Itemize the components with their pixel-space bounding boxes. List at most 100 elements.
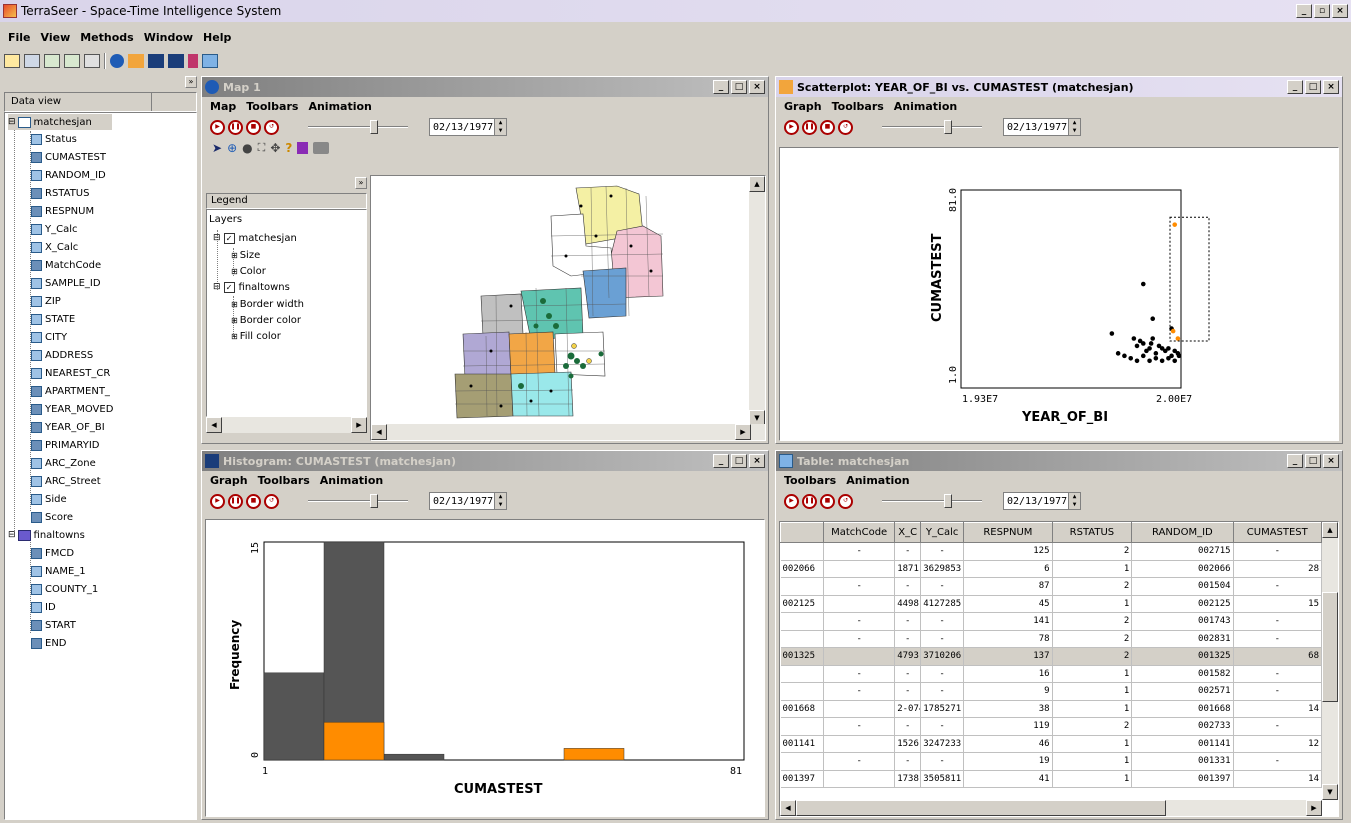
table-hscrollbar[interactable]: ◀ ▶ [780,800,1322,816]
spinner-arrows-icon[interactable]: ▲ ▼ [1068,493,1080,509]
slider-thumb[interactable] [944,120,952,134]
scroll-up-icon[interactable]: ▲ [1322,522,1338,538]
table-row[interactable]: - - -141 2 001743- [780,612,1323,631]
tree-field[interactable]: ARC_Street [31,473,101,489]
table-row[interactable]: - - -87 2 001504- [780,577,1323,596]
histogram-bar[interactable] [563,748,625,761]
legend-layer-matchesjan[interactable]: ⊟ ✓ matchesjan [213,230,297,246]
map-menu-animation[interactable]: Animation [308,100,371,113]
scatter-point[interactable] [1153,351,1159,356]
table-date-spinner[interactable]: 02/13/1977 ▲ ▼ [1003,492,1081,510]
histogram-title-bar[interactable]: Histogram: CUMASTEST (matchesjan) _ □ × [202,451,768,471]
legend-item[interactable]: ⊞ Fill color [231,328,281,344]
scatter-tool-icon[interactable] [128,54,144,68]
table-title-bar[interactable]: Table: matchesjan _ □ × [776,451,1342,471]
tree-field[interactable]: RESPNUM [31,203,94,219]
table-time-slider[interactable] [882,494,982,508]
move-icon[interactable]: ✥ [270,141,280,155]
scatter-point[interactable] [1150,316,1156,321]
table-row[interactable]: 001141 1526 3247233 46 1 001141 12 [780,735,1323,753]
expand-icon[interactable]: ⊞ [231,332,238,341]
play-icon[interactable]: ▶ [784,493,799,509]
print-icon[interactable] [313,142,330,154]
pause-icon[interactable]: ❚❚ [228,493,243,509]
scatter-close-button[interactable]: × [1323,80,1339,94]
bar-tool-icon[interactable] [168,54,184,68]
scroll-left-icon[interactable]: ◀ [780,800,796,816]
table-row[interactable]: 0016682-0741178527138100166814 [780,700,1323,718]
town-polygon[interactable] [554,331,606,377]
expand-icon[interactable]: ⊞ [231,267,238,276]
table-row[interactable]: - - -9 1 002571- [780,682,1323,701]
scatter-point[interactable] [1140,353,1146,359]
bookmark-icon[interactable] [297,142,309,154]
scatter-point[interactable] [1131,336,1137,341]
table-vscrollbar[interactable]: ▲ ▼ [1322,522,1338,800]
map-minimize-button[interactable]: _ [713,80,729,94]
table-row[interactable]: - - -16 1 001582- [780,665,1323,683]
table-tool-icon[interactable] [202,54,218,68]
histogram-bar[interactable] [323,721,385,761]
tree-field[interactable]: X_Calc [31,239,78,255]
histogram-minimize-button[interactable]: _ [713,454,729,468]
tree-field[interactable]: NEAREST_CR [31,365,110,381]
spinner-arrows-icon[interactable]: ▲ ▼ [1068,119,1080,135]
table-hscroll-thumb[interactable] [796,800,1166,816]
pause-icon[interactable]: ❚❚ [228,119,243,135]
tree-field[interactable]: FMCD [31,545,74,561]
slider-thumb[interactable] [944,494,952,508]
menu-window[interactable]: Window [144,31,193,44]
scatter-point[interactable] [1115,351,1121,356]
tree-field[interactable]: START [31,617,76,633]
collapse-icon[interactable]: ⊟ [213,282,221,292]
scatter-point[interactable] [1147,346,1152,351]
collapse-icon[interactable]: ⊟ [8,117,16,127]
town-polygon[interactable] [480,293,524,337]
scatter-point[interactable] [1150,336,1156,341]
scatter-plot-area[interactable]: 81.0 1.0 CUMASTEST 1.93E7 2.00E7 YEAR_OF… [779,147,1339,441]
column-header[interactable]: RSTATUS [1051,522,1133,543]
scroll-left-icon[interactable]: ◀ [206,417,222,433]
pan-icon[interactable]: ● [242,141,252,155]
tree-field[interactable]: COUNTY_1 [31,581,98,597]
select-arrow-icon[interactable]: ➤ [212,141,222,155]
tree-field[interactable]: PRIMARYID [31,437,99,453]
town-polygon[interactable] [508,331,556,377]
expand-icon[interactable]: ⊞ [231,316,238,325]
tree-field[interactable]: ADDRESS [31,347,93,363]
menu-help[interactable]: Help [203,31,231,44]
histogram-bar[interactable] [383,753,445,761]
app-close-button[interactable]: × [1332,4,1348,18]
town-polygon[interactable] [582,267,627,319]
zoom-extent-icon[interactable]: ⛶ [258,141,266,155]
table-vscroll-thumb[interactable] [1322,592,1338,702]
histogram-time-slider[interactable] [308,494,408,508]
tree-field[interactable]: RANDOM_ID [31,167,106,183]
scatter-title-bar[interactable]: Scatterplot: YEAR_OF_BI vs. CUMASTEST (m… [776,77,1342,97]
selection-box[interactable] [1169,216,1210,342]
scatter-date-spinner[interactable]: 02/13/1977 ▲ ▼ [1003,118,1081,136]
legend-layer-finaltowns[interactable]: ⊟ ✓ finaltowns [213,279,290,295]
legend-item[interactable]: ⊞ Color [231,263,266,279]
settings-icon[interactable] [84,54,100,68]
scatter-point[interactable] [1172,222,1178,227]
pointer-tool-icon[interactable] [188,54,198,68]
map-date-spinner[interactable]: 02/13/1977 ▲ ▼ [429,118,507,136]
scatter-point[interactable] [1147,358,1152,364]
scatter-menu-toolbars[interactable]: Toolbars [832,100,884,113]
table-row[interactable]: 001397 1738 3505811 41 1 001397 14 [780,770,1323,788]
scatter-point[interactable] [1166,346,1171,351]
scatter-point[interactable] [1159,358,1165,364]
map-menu-map[interactable]: Map [210,100,236,113]
table-row[interactable]: - - -78 2 002831- [780,630,1323,648]
map-title-bar[interactable]: Map 1 _ □ × [202,77,768,97]
table-menu-toolbars[interactable]: Toolbars [784,474,836,487]
histogram-menu-graph[interactable]: Graph [210,474,248,487]
column-header[interactable]: RANDOM_ID [1131,522,1234,543]
play-icon[interactable]: ▶ [210,119,225,135]
scroll-down-icon[interactable]: ▼ [1322,784,1338,800]
scatter-point[interactable] [1153,356,1159,361]
map-close-button[interactable]: × [749,80,765,94]
scatter-point[interactable] [1122,353,1127,359]
table-maximize-button[interactable]: □ [1305,454,1321,468]
